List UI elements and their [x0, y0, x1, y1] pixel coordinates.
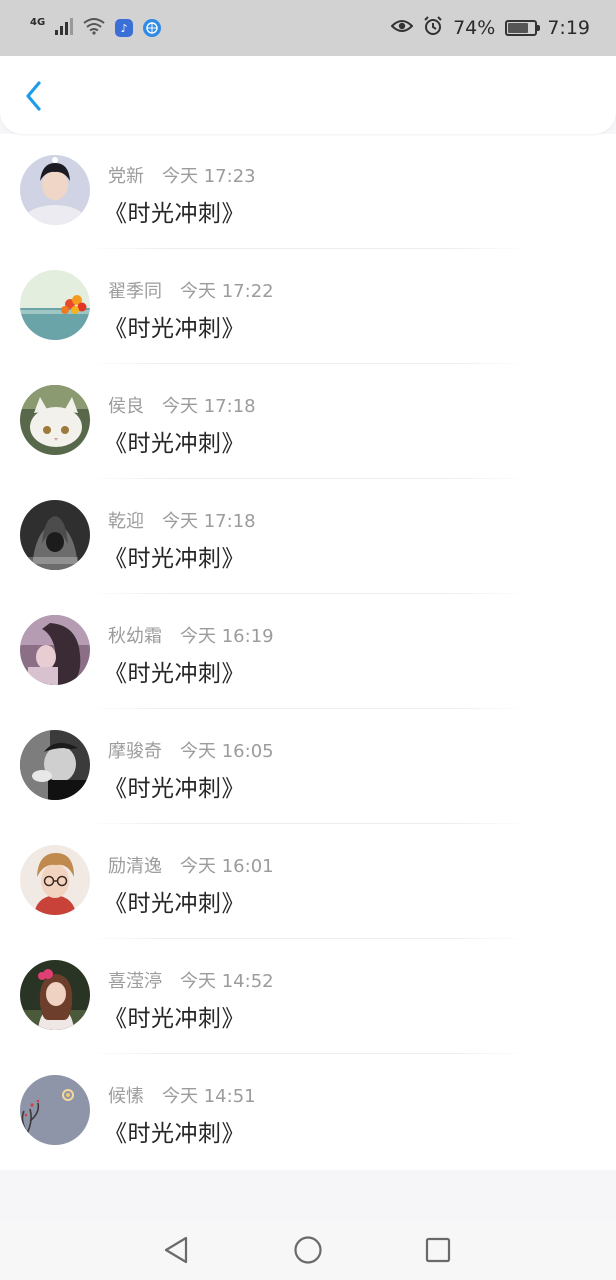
message-time: 今天 16:05 — [180, 741, 274, 762]
home-circle-icon — [294, 1236, 322, 1264]
message-time: 今天 17:22 — [180, 281, 274, 302]
back-button[interactable] — [16, 78, 52, 114]
sender-name: 乾迎 — [108, 511, 144, 532]
music-app-icon: ♪ — [115, 19, 134, 37]
browser-app-icon — [143, 19, 162, 37]
chevron-left-icon — [26, 81, 41, 111]
message-meta: 侯良 今天 17:18 — [108, 392, 256, 418]
nav-home-button[interactable] — [292, 1234, 324, 1266]
avatar[interactable] — [20, 385, 90, 455]
network-type: 4G — [30, 16, 46, 28]
sender-name: 候愫 — [108, 1086, 144, 1107]
sender-name: 党新 — [108, 166, 144, 187]
header — [0, 56, 616, 134]
message-meta: 秋幼霜 今天 16:19 — [108, 622, 274, 648]
message-meta: 党新 今天 17:23 — [108, 162, 256, 188]
sender-name: 摩骏奇 — [108, 741, 162, 762]
status-left-group: 4G ♪ — [30, 16, 162, 39]
alarm-icon — [423, 16, 443, 40]
message-meta: 乾迎 今天 17:18 — [108, 507, 256, 533]
eye-icon — [390, 18, 414, 38]
status-right-group: 74% 7:19 — [390, 16, 590, 40]
list-item[interactable]: 乾迎 今天 17:18 《时光冲刺》 — [0, 479, 616, 594]
avatar[interactable] — [20, 500, 90, 570]
nav-back-button[interactable] — [160, 1234, 192, 1266]
sender-name: 侯良 — [108, 396, 144, 417]
list-item[interactable]: 励清逸 今天 16:01 《时光冲刺》 — [0, 824, 616, 939]
message-time: 今天 16:19 — [180, 626, 274, 647]
message-time: 今天 16:01 — [180, 856, 274, 877]
sender-name: 喜滢渟 — [108, 971, 162, 992]
list-item[interactable]: 秋幼霜 今天 16:19 《时光冲刺》 — [0, 594, 616, 709]
message-time: 今天 14:51 — [162, 1086, 256, 1107]
avatar[interactable] — [20, 615, 90, 685]
avatar[interactable] — [20, 845, 90, 915]
message-time: 今天 17:18 — [162, 396, 256, 417]
message-text: 《时光冲刺》 — [104, 316, 245, 342]
message-text: 《时光冲刺》 — [104, 546, 245, 572]
message-text: 《时光冲刺》 — [104, 431, 245, 457]
message-meta: 翟季同 今天 17:22 — [108, 277, 274, 303]
battery-level — [508, 23, 528, 33]
list-item[interactable]: 侯良 今天 17:18 《时光冲刺》 — [0, 364, 616, 479]
message-text: 《时光冲刺》 — [104, 1121, 245, 1147]
avatar[interactable] — [20, 270, 90, 340]
avatar[interactable] — [20, 155, 90, 225]
message-text: 《时光冲刺》 — [104, 201, 245, 227]
message-meta: 摩骏奇 今天 16:05 — [108, 737, 274, 763]
wifi-icon — [83, 17, 105, 39]
message-time: 今天 14:52 — [180, 971, 274, 992]
avatar[interactable] — [20, 1075, 90, 1145]
list-item[interactable]: 摩骏奇 今天 16:05 《时光冲刺》 — [0, 709, 616, 824]
nav-recents-button[interactable] — [422, 1234, 454, 1266]
message-time: 今天 17:18 — [162, 511, 256, 532]
message-text: 《时光冲刺》 — [104, 776, 245, 802]
message-meta: 励清逸 今天 16:01 — [108, 852, 274, 878]
message-text: 《时光冲刺》 — [104, 661, 245, 687]
message-list: 党新 今天 17:23 《时光冲刺》 翟季同 今天 17:22 《时光冲刺》 侯… — [0, 134, 616, 1170]
sender-name: 秋幼霜 — [108, 626, 162, 647]
message-text: 《时光冲刺》 — [104, 891, 245, 917]
navigation-bar — [0, 1220, 616, 1280]
battery-icon — [505, 20, 541, 36]
status-bar: 4G ♪ 74% 7:19 — [0, 0, 616, 56]
sender-name: 翟季同 — [108, 281, 162, 302]
message-meta: 喜滢渟 今天 14:52 — [108, 967, 274, 993]
list-item[interactable]: 候愫 今天 14:51 《时光冲刺》 — [0, 1054, 616, 1169]
avatar[interactable] — [20, 960, 90, 1030]
list-item[interactable]: 翟季同 今天 17:22 《时光冲刺》 — [0, 249, 616, 364]
clock: 7:19 — [547, 17, 590, 39]
list-item[interactable]: 党新 今天 17:23 《时光冲刺》 — [0, 134, 616, 249]
recents-square-icon — [425, 1237, 451, 1263]
battery-percent: 74% — [453, 17, 496, 39]
sender-name: 励清逸 — [108, 856, 162, 877]
back-triangle-icon — [164, 1236, 188, 1264]
message-time: 今天 17:23 — [162, 166, 256, 187]
message-meta: 候愫 今天 14:51 — [108, 1082, 256, 1108]
signal-icon — [55, 17, 74, 39]
message-text: 《时光冲刺》 — [104, 1006, 245, 1032]
avatar[interactable] — [20, 730, 90, 800]
list-item[interactable]: 喜滢渟 今天 14:52 《时光冲刺》 — [0, 939, 616, 1054]
